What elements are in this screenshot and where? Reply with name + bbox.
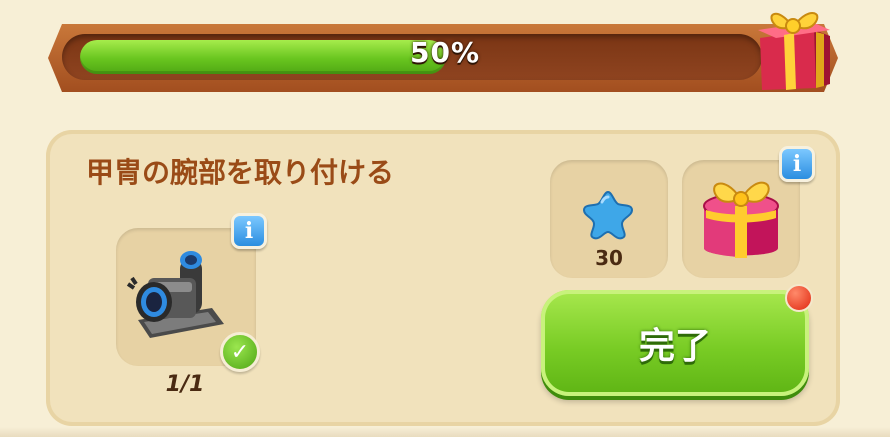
notification-dot [785, 284, 813, 312]
milestone-gift-icon[interactable] [754, 0, 832, 92]
reward-stars-amount: 30 [595, 246, 623, 270]
item-count: 1/1 [165, 372, 205, 397]
blue-star-icon [582, 190, 634, 240]
bottom-edge-shade [0, 427, 890, 437]
gift-info-button[interactable]: i [779, 146, 815, 182]
task-title: 甲冑の腕部を取り付ける [86, 156, 395, 189]
item-info-button[interactable]: i [231, 213, 267, 249]
complete-button[interactable]: 完了 [541, 290, 809, 396]
gift-box-icon [703, 181, 779, 258]
armor-arm-piece-icon [126, 251, 224, 338]
item-complete-check-icon: ✓ [220, 332, 260, 372]
